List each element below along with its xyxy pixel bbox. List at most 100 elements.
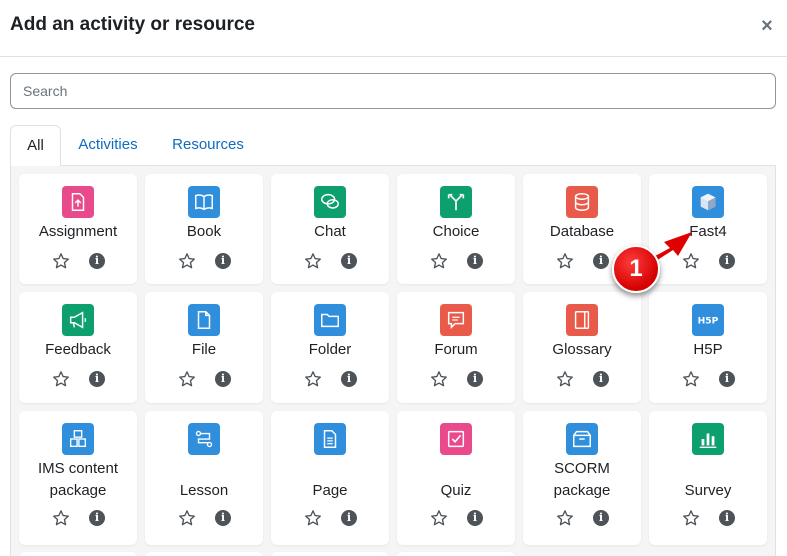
chat-icon bbox=[314, 186, 346, 218]
database-icon bbox=[566, 186, 598, 218]
activity-name: Chat bbox=[314, 223, 346, 240]
activity-card[interactable]: Choice i bbox=[397, 174, 515, 284]
activity-card[interactable]: Page i bbox=[271, 411, 389, 545]
activity-card[interactable]: Chat i bbox=[271, 174, 389, 284]
activity-card[interactable]: IMS content package i bbox=[19, 411, 137, 545]
activity-name: Glossary bbox=[552, 341, 612, 358]
star-icon[interactable] bbox=[682, 370, 700, 388]
info-icon[interactable]: i bbox=[593, 371, 609, 387]
star-icon[interactable] bbox=[430, 509, 448, 527]
activity-card[interactable]: Book i bbox=[145, 174, 263, 284]
info-icon[interactable]: i bbox=[341, 371, 357, 387]
svg-text:H5P: H5P bbox=[698, 316, 719, 327]
info-icon[interactable]: i bbox=[467, 371, 483, 387]
star-icon[interactable] bbox=[178, 370, 196, 388]
activity-name: File bbox=[191, 341, 217, 358]
info-icon[interactable]: i bbox=[89, 510, 105, 526]
scorm-icon bbox=[566, 423, 598, 455]
quiz-icon bbox=[440, 423, 472, 455]
activity-card-partial[interactable] bbox=[271, 552, 389, 556]
star-icon[interactable] bbox=[304, 252, 322, 270]
activity-name: Assignment bbox=[38, 223, 118, 240]
forum-icon bbox=[440, 304, 472, 336]
activity-card[interactable]: Forum i bbox=[397, 292, 515, 403]
star-icon[interactable] bbox=[178, 509, 196, 527]
star-icon[interactable] bbox=[430, 370, 448, 388]
info-icon[interactable]: i bbox=[89, 253, 105, 269]
activity-card[interactable]: Assignment i bbox=[19, 174, 137, 284]
activity-card-partial[interactable] bbox=[397, 552, 515, 556]
close-icon[interactable]: × bbox=[757, 14, 777, 38]
star-icon[interactable] bbox=[430, 252, 448, 270]
star-icon[interactable] bbox=[556, 370, 574, 388]
activity-name: Forum bbox=[434, 341, 478, 358]
star-icon[interactable] bbox=[556, 252, 574, 270]
search-input[interactable] bbox=[10, 73, 776, 109]
h5p-icon: H5P bbox=[692, 304, 724, 336]
activity-name: Choice bbox=[432, 223, 480, 240]
star-icon[interactable] bbox=[682, 509, 700, 527]
annotation-badge: 1 bbox=[612, 245, 660, 293]
activity-grid: Assignment i Book i Chat i Choice i Database i Fas… bbox=[10, 166, 776, 556]
tab-all[interactable]: All bbox=[10, 125, 61, 167]
activity-name: Feedback bbox=[45, 341, 111, 358]
activity-card[interactable]: H5P H5P i bbox=[649, 292, 767, 403]
activity-card-partial[interactable] bbox=[145, 552, 263, 556]
tab-activities[interactable]: Activities bbox=[68, 125, 148, 166]
activity-card[interactable]: Feedback i bbox=[19, 292, 137, 403]
info-icon[interactable]: i bbox=[467, 253, 483, 269]
assignment-icon bbox=[62, 186, 94, 218]
info-icon[interactable]: i bbox=[341, 253, 357, 269]
info-icon[interactable]: i bbox=[593, 510, 609, 526]
star-icon[interactable] bbox=[52, 252, 70, 270]
star-icon[interactable] bbox=[304, 370, 322, 388]
dialog-title: Add an activity or resource bbox=[10, 14, 255, 35]
activity-name: Folder bbox=[308, 341, 352, 358]
activity-name: Page bbox=[312, 482, 348, 499]
info-icon[interactable]: i bbox=[215, 510, 231, 526]
star-icon[interactable] bbox=[52, 509, 70, 527]
activity-name: Database bbox=[549, 223, 615, 240]
lesson-icon bbox=[188, 423, 220, 455]
activity-card[interactable]: Glossary i bbox=[523, 292, 641, 403]
star-icon[interactable] bbox=[304, 509, 322, 527]
info-icon[interactable]: i bbox=[719, 510, 735, 526]
survey-icon bbox=[692, 423, 724, 455]
book-icon bbox=[188, 186, 220, 218]
activity-name: Book bbox=[186, 223, 222, 240]
activity-card[interactable]: Folder i bbox=[271, 292, 389, 403]
info-icon[interactable]: i bbox=[215, 371, 231, 387]
tab-resources[interactable]: Resources bbox=[165, 125, 251, 166]
info-icon[interactable]: i bbox=[467, 510, 483, 526]
activity-card[interactable]: Survey i bbox=[649, 411, 767, 545]
info-icon[interactable]: i bbox=[89, 371, 105, 387]
dialog-header: Add an activity or resource × bbox=[0, 0, 787, 57]
info-icon[interactable]: i bbox=[215, 253, 231, 269]
cube-icon bbox=[692, 186, 724, 218]
activity-card[interactable]: Lesson i bbox=[145, 411, 263, 545]
activity-card[interactable]: SCORM package i bbox=[523, 411, 641, 545]
star-icon[interactable] bbox=[556, 509, 574, 527]
page-icon bbox=[314, 423, 346, 455]
activity-card-partial[interactable] bbox=[19, 552, 137, 556]
activity-name: Quiz bbox=[440, 482, 472, 499]
folder-icon bbox=[314, 304, 346, 336]
choice-icon bbox=[440, 186, 472, 218]
megaphone-icon bbox=[62, 304, 94, 336]
ims-package-icon bbox=[62, 423, 94, 455]
info-icon[interactable]: i bbox=[341, 510, 357, 526]
info-icon[interactable]: i bbox=[593, 253, 609, 269]
glossary-icon bbox=[566, 304, 598, 336]
activity-name: Survey bbox=[684, 482, 732, 499]
activity-name: Lesson bbox=[179, 482, 229, 499]
info-icon[interactable]: i bbox=[719, 371, 735, 387]
star-icon[interactable] bbox=[178, 252, 196, 270]
activity-card[interactable]: Quiz i bbox=[397, 411, 515, 545]
info-icon[interactable]: i bbox=[719, 253, 735, 269]
activity-card[interactable]: File i bbox=[145, 292, 263, 403]
star-icon[interactable] bbox=[52, 370, 70, 388]
activity-name: SCORM package bbox=[553, 460, 611, 499]
activity-name: IMS content package bbox=[37, 460, 119, 499]
tab-bar: All Activities Resources bbox=[10, 125, 776, 167]
file-icon bbox=[188, 304, 220, 336]
